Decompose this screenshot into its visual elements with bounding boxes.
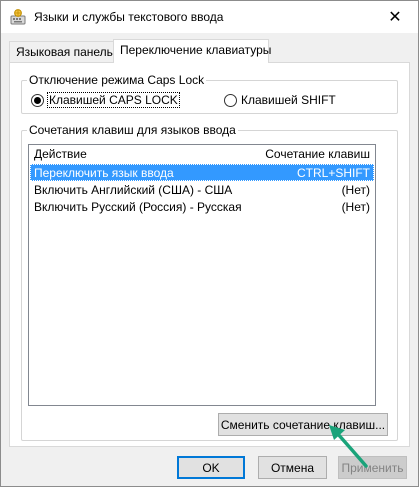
list-item[interactable]: Включить Русский (Россия) - Русская (Нет… bbox=[30, 198, 374, 215]
list-item[interactable]: Включить Английский (США) - США (Нет) bbox=[30, 181, 374, 198]
tab-label: Переключение клавиатуры bbox=[120, 43, 272, 57]
close-button[interactable]: ✕ bbox=[372, 1, 418, 33]
cell-keys: (Нет) bbox=[341, 183, 370, 197]
cancel-button[interactable]: Отмена bbox=[258, 456, 327, 479]
radio-caps-lock[interactable]: Клавишей CAPS LOCK bbox=[31, 92, 180, 108]
tab-keyboard-switching[interactable]: Переключение клавиатуры bbox=[113, 39, 272, 63]
caps-lock-legend: Отключение режима Caps Lock bbox=[27, 73, 207, 87]
tab-label: Языковая панель bbox=[16, 45, 113, 59]
cell-keys: (Нет) bbox=[341, 200, 370, 214]
radio-shift[interactable]: Клавишей SHIFT bbox=[224, 93, 336, 107]
cell-keys: CTRL+SHIFT bbox=[296, 166, 370, 180]
cell-action: Включить Английский (США) - США bbox=[34, 183, 233, 197]
close-icon: ✕ bbox=[388, 9, 402, 26]
radio-button-checked[interactable] bbox=[31, 93, 44, 107]
dialog-window: Языки и службы текстового ввода ✕ Языков… bbox=[0, 0, 419, 487]
cell-action: Включить Русский (Россия) - Русская bbox=[34, 200, 242, 214]
tab-language-bar[interactable]: Языковая панель bbox=[9, 41, 114, 62]
title-bar[interactable]: Языки и службы текстового ввода ✕ bbox=[1, 1, 418, 33]
radio-button-unchecked[interactable] bbox=[224, 93, 237, 107]
hotkeys-group: Сочетания клавиш для языков ввода Действ… bbox=[21, 123, 398, 441]
hotkeys-legend: Сочетания клавиш для языков ввода bbox=[27, 123, 238, 137]
list-header: Действие Сочетание клавиш bbox=[29, 145, 375, 164]
ok-button[interactable]: OK bbox=[177, 456, 245, 479]
green-arrow-icon bbox=[329, 425, 368, 468]
cell-action: Переключить язык ввода bbox=[34, 166, 174, 180]
radio-label: Клавишей CAPS LOCK bbox=[47, 92, 180, 108]
list-item[interactable]: Переключить язык ввода CTRL+SHIFT bbox=[30, 164, 374, 181]
keyboard-language-icon bbox=[10, 9, 26, 25]
column-header-action[interactable]: Действие bbox=[34, 147, 87, 161]
column-header-keys[interactable]: Сочетание клавиш bbox=[265, 147, 370, 161]
caps-lock-group: Отключение режима Caps Lock Клавишей CAP… bbox=[21, 73, 398, 114]
window-title: Языки и службы текстового ввода bbox=[34, 10, 224, 24]
hotkeys-list[interactable]: Действие Сочетание клавиш Переключить яз… bbox=[28, 144, 376, 406]
radio-label: Клавишей SHIFT bbox=[241, 93, 336, 107]
tab-panel: Отключение режима Caps Lock Клавишей CAP… bbox=[9, 62, 410, 447]
